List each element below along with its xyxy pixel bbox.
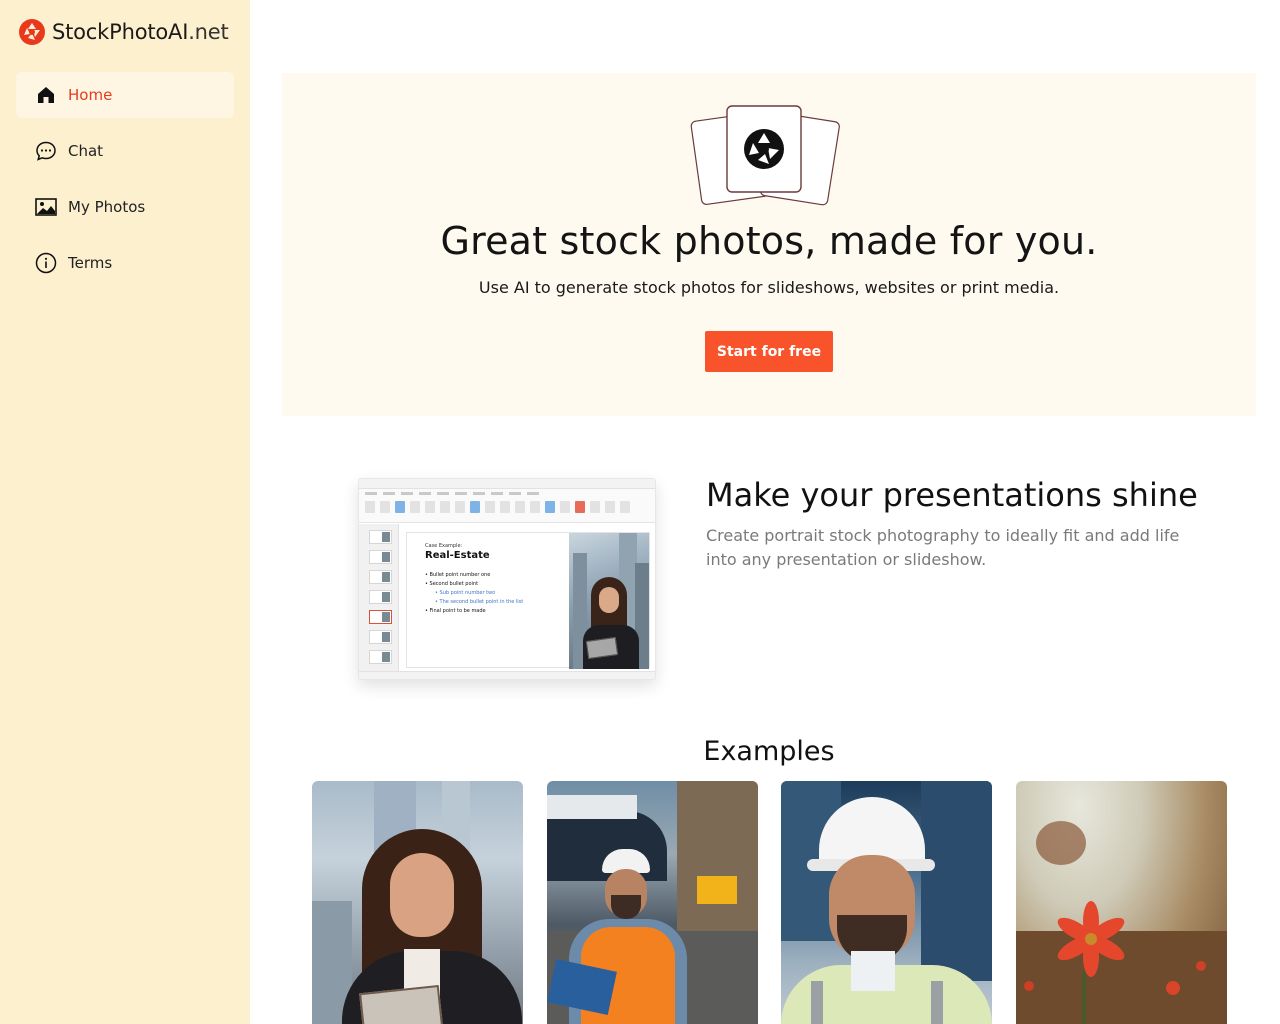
sidebar-item-chat[interactable]: Chat [16, 128, 234, 174]
app-ribbon [359, 489, 655, 523]
example-photo-businesswoman[interactable] [312, 781, 523, 1024]
brand-name-text: StockPhotoAI [52, 20, 189, 44]
sidebar-item-my-photos[interactable]: My Photos [16, 184, 234, 230]
app-titlebar [359, 479, 655, 489]
brand-tld: .net [188, 20, 229, 44]
slide-bullet: • Bullet point number one [425, 572, 491, 578]
brand-name: StockPhotoAI.net [52, 20, 229, 44]
brand-logo[interactable]: StockPhotoAI.net [18, 18, 229, 46]
sidebar-item-label: Chat [68, 142, 104, 160]
feature-title: Make your presentations shine [706, 476, 1198, 514]
feature-description: Create portrait stock photography to ide… [706, 526, 1180, 569]
hero-subtitle: Use AI to generate stock photos for slid… [478, 278, 1060, 297]
slide-bullets: • Bullet point number one • Second bulle… [425, 571, 523, 616]
stacked-photo-cards-icon [690, 105, 840, 206]
flower-shape [1057, 901, 1125, 977]
sidebar-nav: Home Chat My Photos Terms [16, 72, 234, 296]
home-icon [34, 83, 58, 107]
slide-heading: Real-Estate [425, 550, 490, 561]
sidebar: StockPhotoAI.net Home Chat My Photos Ter… [0, 0, 250, 1024]
slide-bullet: • Final point to be made [425, 608, 486, 614]
start-for-free-button[interactable]: Start for free [705, 331, 833, 372]
app-root: StockPhotoAI.net Home Chat My Photos Ter… [0, 0, 1280, 1024]
examples-title: Examples [703, 736, 835, 767]
image-icon [34, 195, 58, 219]
slide-photo-businesswoman [569, 533, 649, 669]
chat-bubble-icon [34, 139, 58, 163]
example-photo-engineer[interactable] [781, 781, 992, 1024]
slide-canvas: Case Example: Real-Estate • Bullet point… [406, 532, 650, 669]
sidebar-item-label: My Photos [68, 198, 146, 216]
sidebar-item-label: Terms [68, 254, 113, 272]
slide-thumbnails [359, 524, 399, 671]
hero-section: Great stock photos, made for you. Use AI… [282, 73, 1256, 416]
slide-sub-bullet: • Sub point number two [435, 590, 496, 596]
aperture-logo-icon [19, 19, 45, 45]
slide-sub-bullet: • The second bullet point in the list [435, 599, 524, 605]
sidebar-item-home[interactable]: Home [16, 72, 234, 118]
hero-title: Great stock photos, made for you. [440, 219, 1098, 263]
app-statusbar [359, 671, 655, 679]
presentation-screenshot: Case Example: Real-Estate • Bullet point… [358, 478, 656, 680]
slide-kicker: Case Example: [425, 543, 463, 549]
slide-bullet: • Second bullet point [425, 581, 479, 587]
example-photo-port-worker[interactable] [547, 781, 758, 1024]
sidebar-item-terms[interactable]: Terms [16, 240, 234, 286]
sidebar-item-label: Home [68, 86, 113, 104]
info-icon [34, 251, 58, 275]
example-photo-red-flower[interactable] [1016, 781, 1227, 1024]
